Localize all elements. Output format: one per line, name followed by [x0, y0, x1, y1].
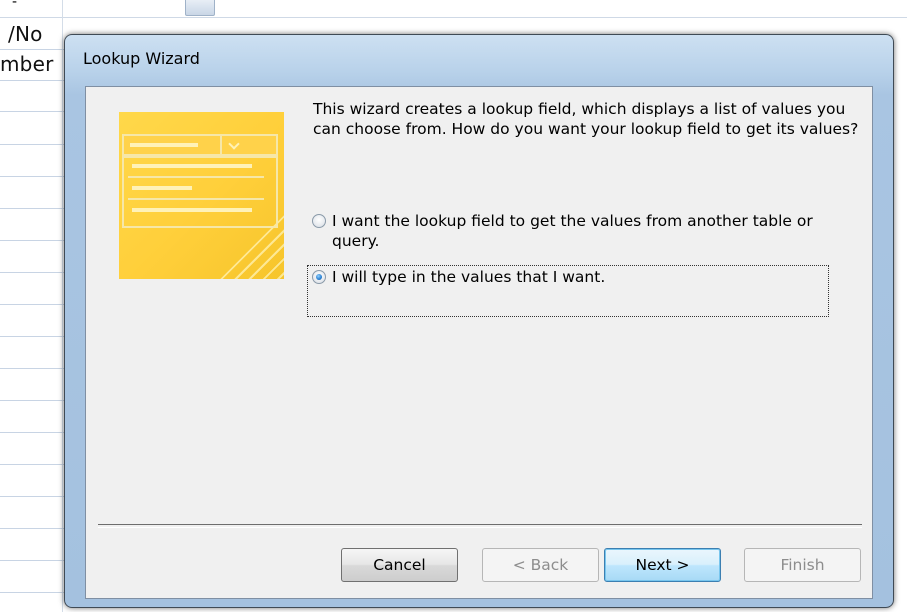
illustration-list-item — [128, 180, 264, 200]
illustration-list-item — [128, 202, 264, 220]
column-divider — [62, 0, 63, 612]
partial-cell-text: - — [12, 0, 18, 10]
table-row — [0, 176, 70, 177]
table-row — [0, 592, 70, 593]
radio-button-icon[interactable] — [312, 214, 326, 228]
radio-button-selected-icon[interactable] — [312, 270, 326, 284]
table-row — [0, 304, 70, 305]
table-row — [0, 49, 70, 50]
table-row — [0, 464, 70, 465]
illustration-list — [122, 156, 278, 228]
table-row — [0, 80, 70, 81]
chevron-down-icon — [220, 136, 246, 154]
finish-button[interactable]: Finish — [744, 548, 861, 582]
next-button[interactable]: Next > — [604, 548, 721, 582]
table-row — [0, 272, 70, 273]
dialog-title: Lookup Wizard — [83, 49, 200, 68]
separator-line — [98, 524, 862, 528]
data-type-cell[interactable]: mber — [0, 52, 54, 76]
table-row — [0, 208, 70, 209]
column-dropdown-button[interactable] — [185, 0, 215, 16]
table-row — [0, 496, 70, 497]
table-row — [0, 240, 70, 241]
table-row — [0, 560, 70, 561]
table-row — [0, 432, 70, 433]
data-type-cell[interactable]: /No — [8, 22, 43, 46]
table-top-border — [0, 17, 907, 18]
table-row — [0, 336, 70, 337]
lookup-field-illustration — [119, 112, 284, 279]
dialog-content: This wizard creates a lookup field, whic… — [85, 86, 873, 599]
illustration-list-item — [128, 158, 264, 178]
table-row — [0, 111, 70, 112]
table-row — [0, 400, 70, 401]
table-row — [0, 368, 70, 369]
back-button[interactable]: < Back — [482, 548, 599, 582]
option-label[interactable]: I want the lookup field to get the value… — [332, 211, 842, 251]
illustration-combo-box — [122, 134, 278, 156]
option-label[interactable]: I will type in the values that I want. — [332, 267, 842, 287]
wizard-description: This wizard creates a lookup field, whic… — [313, 100, 859, 138]
table-row — [0, 144, 70, 145]
table-row — [0, 528, 70, 529]
cancel-button[interactable]: Cancel — [341, 548, 458, 582]
lookup-wizard-dialog: Lookup Wizard This wizard creates a look… — [64, 34, 894, 608]
